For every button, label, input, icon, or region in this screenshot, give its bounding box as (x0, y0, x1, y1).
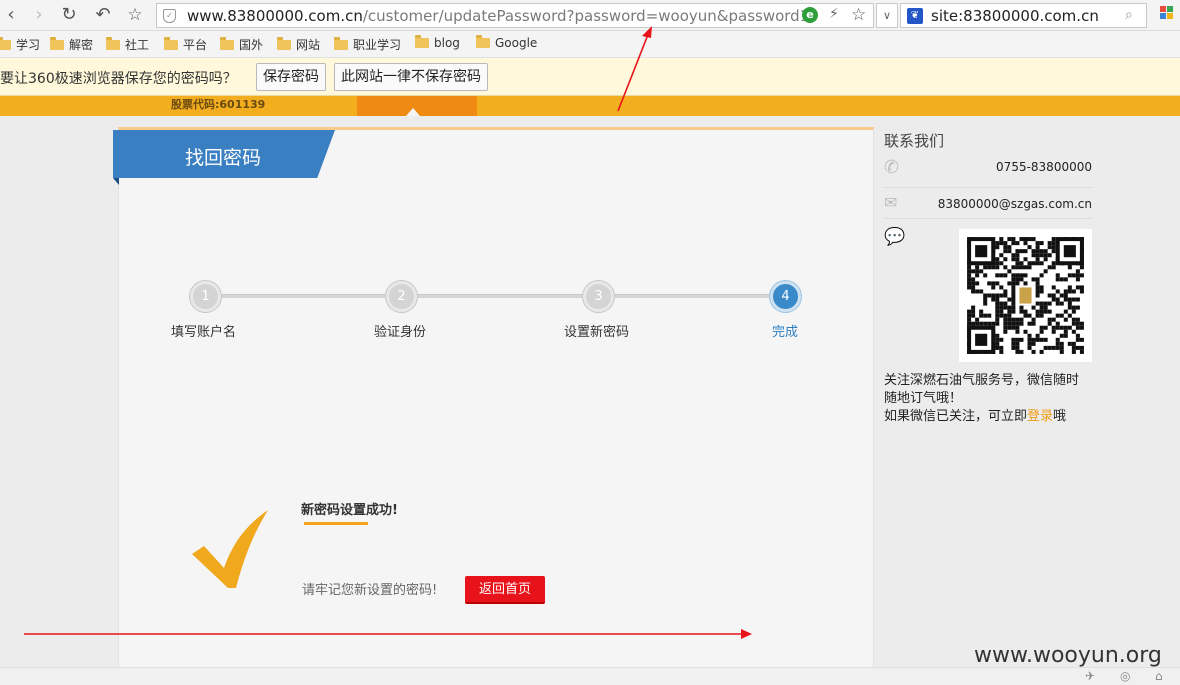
bookmark-folder[interactable]: 社工 (106, 36, 149, 54)
bookmarks-bar: 学习 解密 社工 平台 国外 网站 职业学习 blog Google (0, 31, 1180, 58)
browser-toolbar: ‹ › ↻ ↶ ☆ ✓ www.83800000.com.cn/customer… (0, 0, 1180, 31)
success-title: 新密码设置成功! (301, 503, 398, 518)
search-bar[interactable]: ❦ site:83800000.com.cn ⌕ (900, 3, 1147, 28)
chevron-down-icon[interactable]: ∨ (876, 3, 898, 28)
login-line: 如果微信已关注，可立即登录哦 (884, 409, 1067, 424)
url-host: www.83800000.com.cn (187, 7, 363, 25)
contact-phone: 0755-83800000 (996, 160, 1092, 174)
reload-icon[interactable]: ↻ (58, 4, 80, 26)
bolt-icon[interactable]: ⚡ (829, 6, 839, 22)
url-path: /customer/updatePassword?password=wooyun… (362, 7, 810, 25)
contact-email: 83800000@szgas.com.cn (937, 197, 1092, 211)
folder-icon (277, 37, 291, 50)
folder-icon (106, 37, 120, 50)
bookmark-folder[interactable]: 学习 (0, 36, 40, 54)
step-1-dot: 1 (190, 281, 221, 312)
bookmark-folder[interactable]: 国外 (220, 36, 263, 54)
folder-icon (0, 37, 11, 50)
favorite-star-icon[interactable]: ☆ (124, 4, 146, 26)
login-link[interactable]: 登录 (1027, 409, 1053, 424)
step-3-dot: 3 (583, 281, 614, 312)
bookmark-folder[interactable]: 职业学习 (334, 36, 401, 54)
search-input[interactable]: site:83800000.com.cn (931, 7, 1099, 25)
folder-icon (334, 37, 348, 50)
step-2-dot: 2 (386, 281, 417, 312)
back-icon[interactable]: ‹ (0, 4, 22, 26)
phone-icon: ✆ (884, 157, 900, 178)
trash-icon[interactable]: ⌂ (1155, 669, 1163, 683)
url-text[interactable]: www.83800000.com.cn/customer/updatePassw… (187, 7, 809, 25)
magnifier-icon[interactable]: ⌕ (1125, 7, 1133, 23)
progress-track (205, 294, 785, 298)
step-2-label: 验证身份 (374, 325, 427, 340)
step-3-label: 设置新密码 (564, 325, 630, 340)
compat-mode-icon[interactable]: e (802, 7, 818, 23)
mail-icon: ✉ (884, 193, 898, 212)
page-title: 找回密码 (185, 147, 262, 169)
bookmark-star-icon[interactable]: ☆ (851, 5, 866, 25)
save-password-message: 要让360极速浏览器保存您的密码吗？ (0, 71, 237, 87)
never-save-button[interactable]: 此网站一律不保存密码 (334, 63, 488, 91)
contact-title: 联系我们 (884, 132, 945, 150)
forward-icon[interactable]: › (28, 4, 50, 26)
title-fold (113, 178, 119, 185)
step-4-label: 完成 (772, 325, 799, 340)
success-note: 请牢记您新设置的密码! (302, 583, 438, 598)
apps-icon[interactable] (1160, 6, 1174, 20)
bookmark-folder[interactable]: 平台 (164, 36, 207, 54)
contact-email-row: ✉ 83800000@szgas.com.cn (884, 189, 1092, 219)
stock-code: 股票代码:601139 (171, 98, 266, 111)
bookmark-folder[interactable]: Google (476, 35, 537, 54)
contact-phone-row: ✆ 0755-83800000 (884, 152, 1092, 188)
step-1-label: 填写账户名 (171, 325, 237, 340)
back-to-home-button[interactable]: 返回首页 (465, 576, 545, 604)
address-bar[interactable]: ✓ www.83800000.com.cn/customer/updatePas… (156, 3, 874, 28)
shield-icon: ✓ (163, 9, 176, 23)
bookmark-folder[interactable]: 网站 (277, 36, 320, 54)
undo-icon[interactable]: ↶ (92, 4, 114, 26)
save-password-bar: 要让360极速浏览器保存您的密码吗？ 保存密码 此网站一律不保存密码 (0, 58, 1180, 96)
rocket-icon[interactable]: ✈ (1085, 669, 1095, 683)
bookmark-folder[interactable]: 解密 (50, 36, 93, 54)
success-underline (304, 522, 368, 525)
watermark: www.wooyun.org (974, 643, 1162, 668)
folder-icon (50, 37, 64, 50)
folder-icon (476, 35, 490, 48)
search-engine-icon[interactable]: ❦ (907, 8, 923, 24)
chat-icon: 💬 (884, 227, 906, 247)
folder-icon (164, 37, 178, 50)
nav-caret-icon (406, 108, 420, 116)
wechat-qr-code (959, 229, 1092, 362)
folder-icon (220, 37, 234, 50)
wechat-follow-text: 关注深燃石油气服务号，微信随时随地订气哦！ 如果微信已关注，可立即登录哦 (884, 372, 1090, 426)
folder-icon (415, 35, 429, 48)
save-password-button[interactable]: 保存密码 (256, 63, 326, 91)
follow-line: 关注深燃石油气服务号，微信随时随地订气哦！ (884, 373, 1080, 406)
bookmark-folder[interactable]: blog (415, 35, 460, 54)
speed-icon[interactable]: ◎ (1120, 669, 1130, 683)
step-4-dot: 4 (770, 281, 801, 312)
checkmark-icon (192, 510, 268, 588)
status-bar (0, 667, 1180, 685)
